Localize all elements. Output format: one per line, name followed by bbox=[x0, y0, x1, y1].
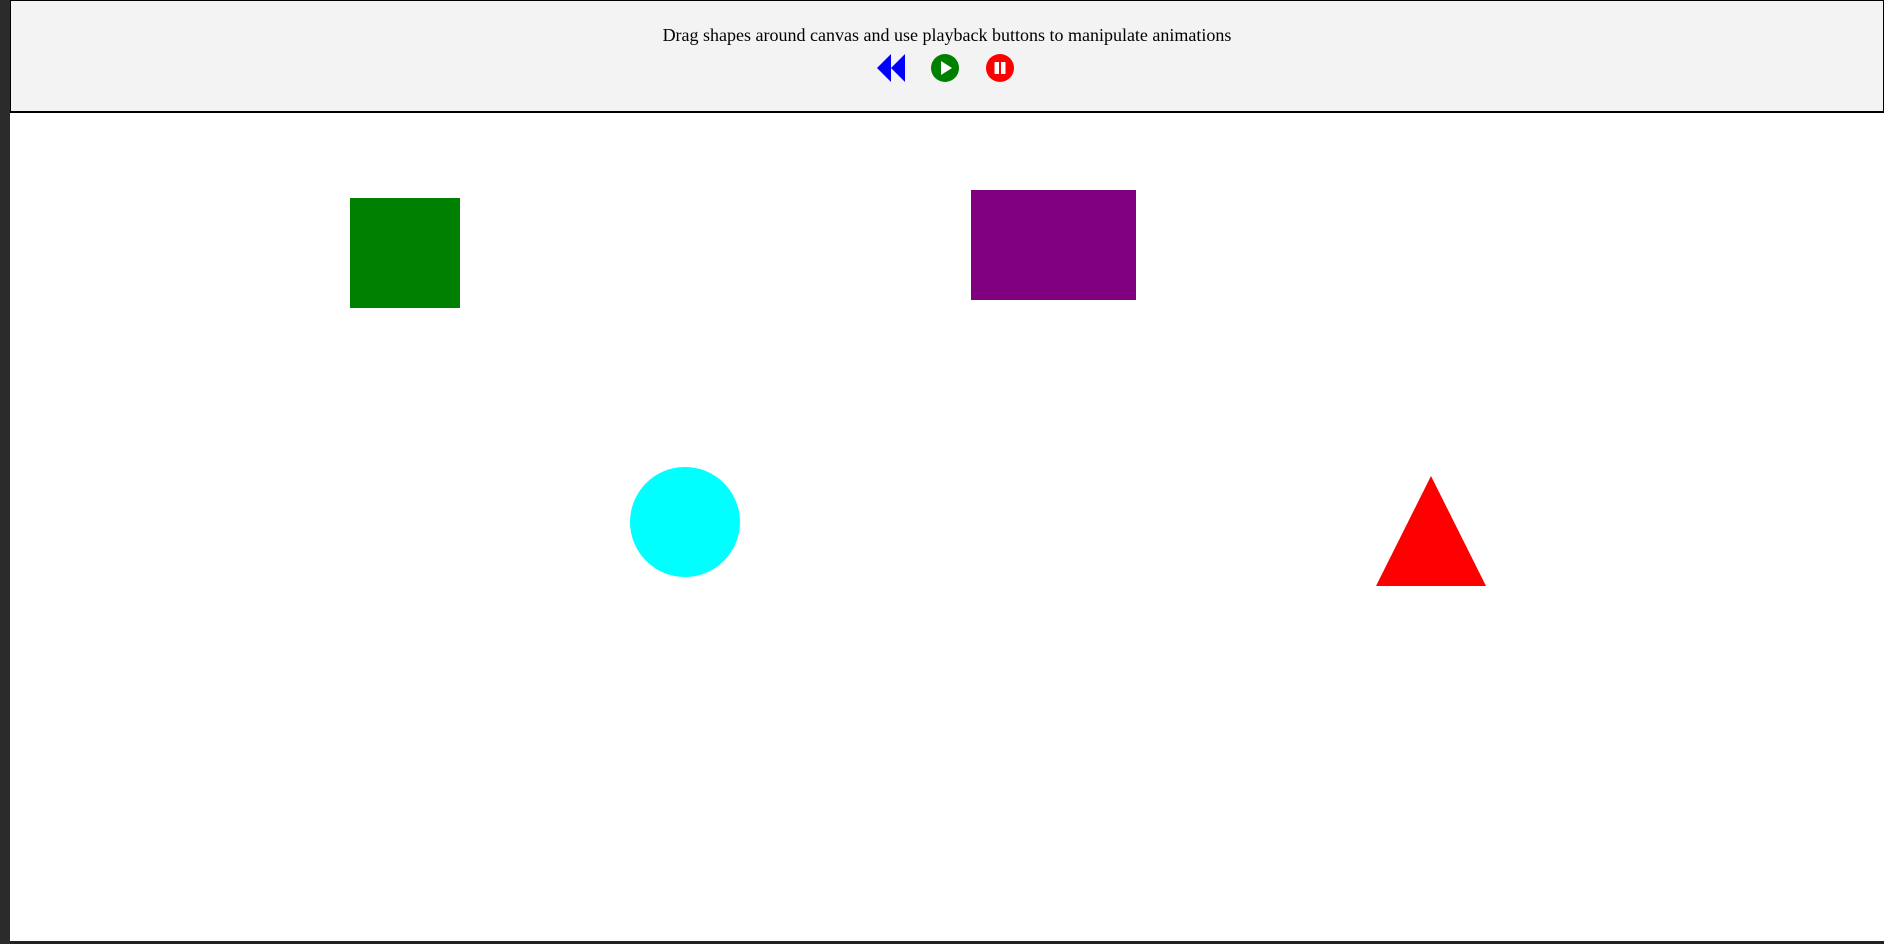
rewind-button[interactable] bbox=[876, 53, 906, 83]
rewind-icon bbox=[877, 54, 905, 82]
play-button[interactable] bbox=[930, 53, 960, 83]
toolbar: Drag shapes around canvas and use playba… bbox=[10, 0, 1884, 113]
instructions-text: Drag shapes around canvas and use playba… bbox=[662, 25, 1232, 45]
pause-icon bbox=[986, 54, 1014, 82]
green-square[interactable] bbox=[350, 198, 460, 308]
pause-button[interactable] bbox=[985, 53, 1015, 83]
red-triangle[interactable] bbox=[1376, 476, 1486, 586]
app-window: Drag shapes around canvas and use playba… bbox=[10, 0, 1884, 944]
cyan-circle[interactable] bbox=[630, 467, 740, 577]
play-icon bbox=[931, 54, 959, 82]
playback-controls bbox=[11, 53, 1883, 83]
drawing-canvas[interactable] bbox=[10, 113, 1884, 944]
purple-rectangle[interactable] bbox=[971, 190, 1136, 300]
